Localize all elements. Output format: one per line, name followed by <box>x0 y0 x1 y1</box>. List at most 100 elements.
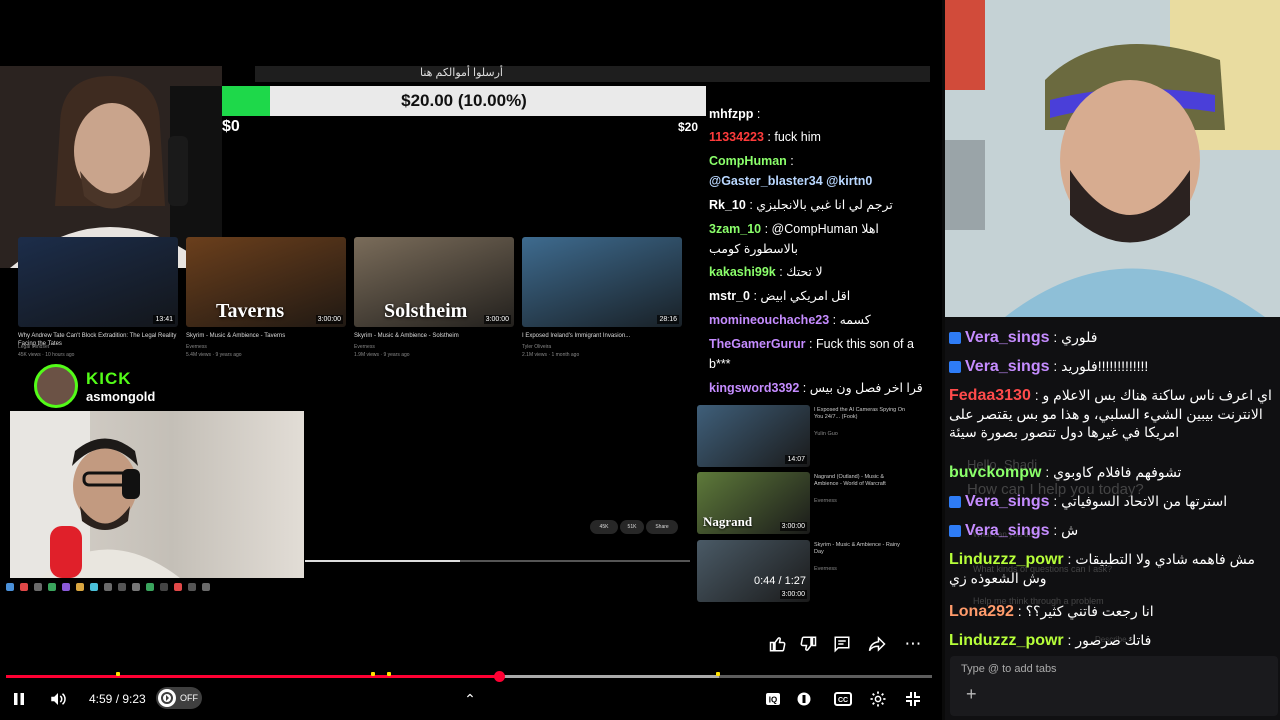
webcam-host <box>945 0 1280 317</box>
thumbnail-duration: 28:16 <box>657 315 679 324</box>
thumbnail-overlay-text: Nagrand <box>703 514 753 529</box>
inner-chat-message: b*** <box>709 356 923 372</box>
chat-username[interactable]: Linduzzz_powr <box>949 551 1064 568</box>
svg-text:CC: CC <box>838 697 848 704</box>
taskbar-icon <box>132 583 140 591</box>
inner-chat-message: CompHuman : <box>709 153 923 169</box>
chat-username[interactable]: Lona292 <box>949 603 1014 620</box>
taskbar-icon <box>20 583 28 591</box>
donation-goal-bar: $20.00 (10.00%) <box>222 86 706 116</box>
inner-chat-username: 3zam_10 <box>709 222 762 236</box>
gear-icon[interactable] <box>866 686 890 712</box>
video-player[interactable]: أرسلوا أموالكم هنا $20.00 (10.00%) $0 $2… <box>0 0 942 720</box>
inner-thumbnail: 13:41 <box>18 237 178 327</box>
taskbar-icon <box>34 583 42 591</box>
chat-username[interactable]: Vera_sings <box>965 493 1050 510</box>
inner-donation-title: أرسلوا أموالكم هنا <box>420 67 503 79</box>
inner-chat-text: : Fuck this son of a <box>805 337 914 351</box>
volume-icon[interactable] <box>46 686 70 712</box>
inner-chat-message: Rk_10 : ترجم لي انا غبي بالانجليزي <box>709 197 923 213</box>
webcam-guest <box>10 411 304 578</box>
inner-chat-panel: mhfzpp : 11334223 : fuck him CompHuman : @… <box>697 96 930 395</box>
inner-chat-text: : fuck him <box>763 130 821 144</box>
inner-chat-username: @Gaster_blaster34 @kirtn0 <box>709 174 873 188</box>
taskbar-icon <box>146 583 154 591</box>
chat-message: Vera_sings : فلوري <box>949 328 1273 347</box>
thumbnail-title: Skyrim - Music & Ambience - Solstheim <box>354 333 459 339</box>
donation-goal-label: $20.00 (10.00%) <box>401 91 527 110</box>
miniplayer-icon[interactable]: IQ <box>762 686 784 712</box>
pause-icon[interactable] <box>8 686 30 712</box>
chat-message: Linduzzz_powr : فاتك صرصور <box>949 631 1273 650</box>
share-icon[interactable] <box>863 630 891 658</box>
inner-chat-text: : ترجم لي انا غبي بالانجليزي <box>745 198 893 212</box>
inner-chat-text: : <box>786 154 794 168</box>
taskbar-icon <box>118 583 126 591</box>
taskbar-icon <box>76 583 84 591</box>
chat-username[interactable]: Vera_sings <box>965 358 1050 375</box>
chat-message: Fedaa3130 : اي اعرف ناس ساكنة هناك بس ال… <box>949 386 1273 441</box>
chat-text: : تشوفهم فافلام كاوبوي <box>1041 464 1182 480</box>
cc-icon[interactable]: CC <box>830 686 856 712</box>
inner-video-progress-fill <box>305 560 460 562</box>
inner-dislike-pill: 51K <box>620 520 644 534</box>
thumbs-up-icon[interactable] <box>764 630 792 658</box>
related-title: Skyrim - Music & Ambience - Rainy Day <box>814 542 900 555</box>
chat-username[interactable]: Linduzzz_powr <box>949 632 1064 649</box>
inner-chat-username: kakashi99k <box>709 265 776 279</box>
chevron-up-icon[interactable]: ⌃ <box>462 686 478 712</box>
video-progress-bar[interactable] <box>6 675 932 678</box>
inner-chat-message: بالاسطورة كومب <box>709 241 923 257</box>
verified-badge-icon <box>949 496 961 509</box>
chat-username[interactable]: Fedaa3130 <box>949 387 1031 404</box>
thumbnail-channel: Legal Mindset <box>18 344 50 350</box>
progress-scrubber[interactable] <box>494 671 505 682</box>
inner-thumbnail: Taverns 3:00:00 <box>186 237 346 327</box>
thumbnail-meta: 2.1M views · 1 month ago <box>522 352 580 358</box>
chat-message: Vera_sings : فلوريد!!!!!!!!!!!!! <box>949 357 1273 376</box>
video-progress-played <box>6 675 499 678</box>
inner-video-progress <box>305 560 690 562</box>
inner-chat-username: TheGamerGurur <box>709 337 806 351</box>
inner-chat-username: Rk_10 <box>709 198 746 212</box>
person-silhouette <box>945 0 1280 317</box>
inner-chat-message: mstr_0 : اقل امريكي ابيض <box>709 288 923 304</box>
more-icon[interactable]: ⋯ <box>899 630 927 658</box>
autoplay-toggle[interactable]: OFF <box>156 687 202 709</box>
inner-chat-text: : @CompHuman اهلا <box>761 222 879 236</box>
chat-text: : استرتها من الاتحاد السوفياتي <box>1049 493 1228 509</box>
inner-video-time: 0:44 / 1:27 <box>754 575 806 587</box>
chat-username[interactable]: Vera_sings <box>965 522 1050 539</box>
inner-chat-text: بالاسطورة كومب <box>709 242 799 256</box>
person-silhouette <box>10 411 180 578</box>
svg-text:IQ: IQ <box>769 696 777 705</box>
video-time: 4:59 / 9:23 <box>89 692 146 706</box>
chat-username[interactable]: Vera_sings <box>965 329 1050 346</box>
inner-chat-message: kakashi99k : لا تحتك <box>709 264 923 280</box>
related-channel: Everness <box>814 566 837 572</box>
thumbnail-channel: Everness <box>354 344 375 350</box>
thumbs-down-icon[interactable] <box>794 630 822 658</box>
inner-chat-text: : <box>753 107 761 121</box>
autoplay-knob <box>158 689 176 707</box>
thumbnail-channel: Everness <box>186 344 207 350</box>
inner-chat-username: mhfzpp <box>709 107 754 121</box>
chat-message: Lona292 : انا رجعت فاتني كثير؟؟ <box>949 602 1273 621</box>
fullscreen-exit-icon[interactable] <box>902 686 924 712</box>
chat-message: Linduzzz_powr : مش فاهمه شادي ولا التطبي… <box>949 550 1273 587</box>
add-icon[interactable]: + <box>966 684 977 705</box>
inner-chat-text: : لا تحتك <box>775 265 823 279</box>
inner-thumbnail: Solstheim 3:00:00 <box>354 237 514 327</box>
inner-chat-message: 11334223 : fuck him <box>709 129 923 145</box>
info-icon[interactable] <box>794 686 814 712</box>
comment-icon[interactable] <box>828 630 856 658</box>
taskbar-icon <box>6 583 14 591</box>
chat-username[interactable]: buvckompw <box>949 464 1041 481</box>
thumbnail-duration: 13:41 <box>153 315 175 324</box>
inner-thumbnail: 28:16 <box>522 237 682 327</box>
inner-taskbar <box>0 580 310 594</box>
taskbar-icon <box>104 583 112 591</box>
chat-input-placeholder: Type @ to add tabs <box>961 663 1057 675</box>
kick-avatar <box>34 364 78 408</box>
inner-chat-username: kingsword3392 <box>709 381 800 395</box>
